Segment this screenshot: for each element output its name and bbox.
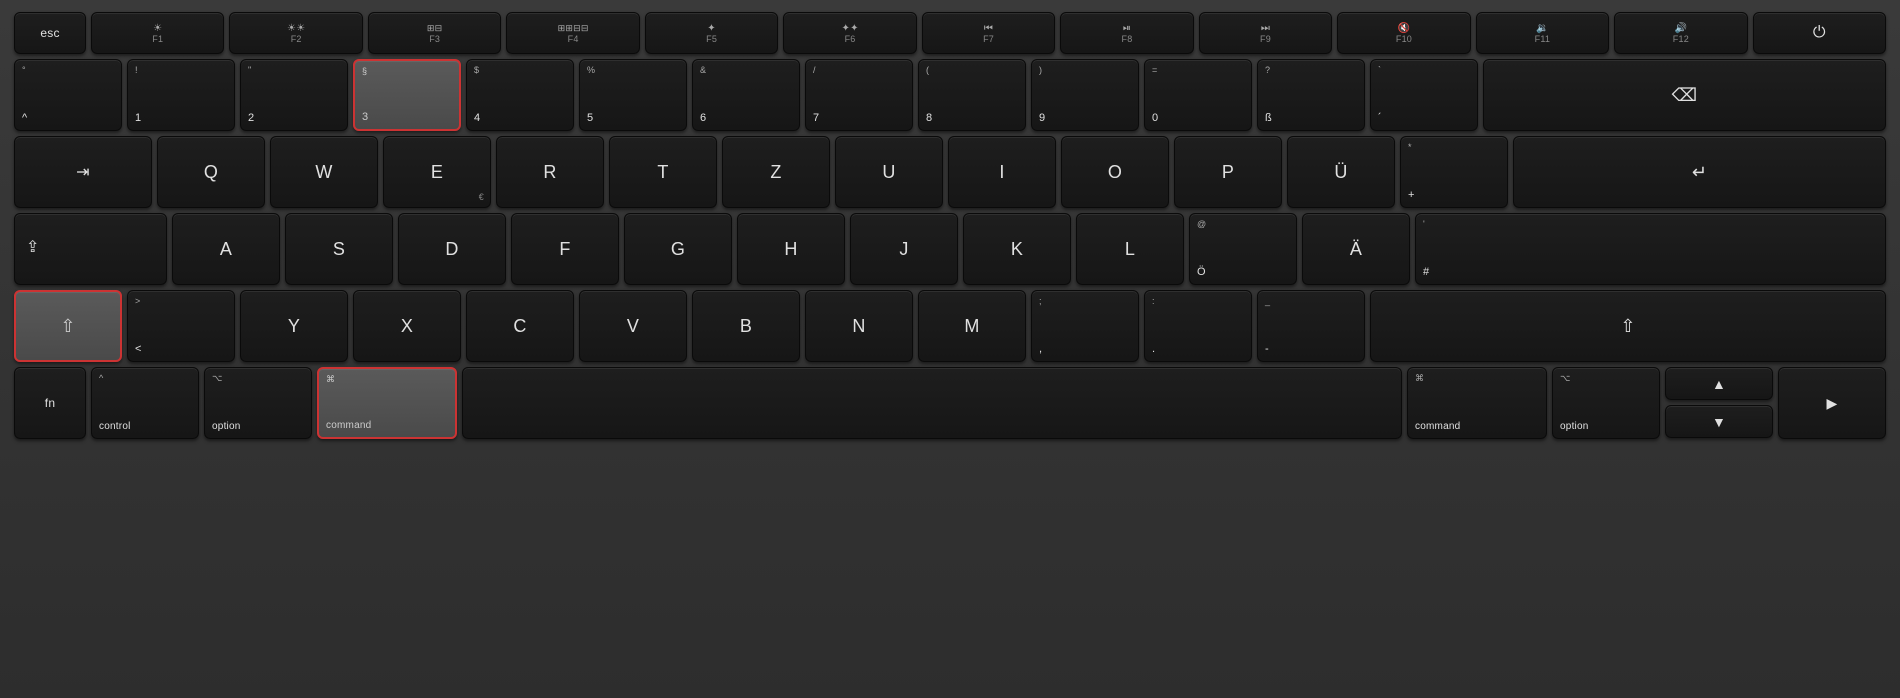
key-space[interactable] xyxy=(462,367,1402,439)
key-backspace[interactable]: ⌫ xyxy=(1483,59,1886,131)
key-i[interactable]: I xyxy=(948,136,1056,208)
key-y[interactable]: Y xyxy=(240,290,348,362)
asdf-row: ⇪ A S D F G H J K L @ Ö xyxy=(14,213,1886,285)
number-row: ° ^ ! 1 " 2 § 3 $ 4 % 5 & 6 / 7 xyxy=(14,59,1886,131)
key-oe[interactable]: @ Ö xyxy=(1189,213,1297,285)
key-sz[interactable]: ? ß xyxy=(1257,59,1365,131)
key-f12[interactable]: 🔊 F12 xyxy=(1614,12,1747,54)
key-k[interactable]: K xyxy=(963,213,1071,285)
key-ue[interactable]: Ü xyxy=(1287,136,1395,208)
key-command-left[interactable]: ⌘ command xyxy=(317,367,457,439)
key-w[interactable]: W xyxy=(270,136,378,208)
key-8[interactable]: ( 8 xyxy=(918,59,1026,131)
key-shift-right[interactable]: ⇧ xyxy=(1370,290,1886,362)
key-l[interactable]: L xyxy=(1076,213,1184,285)
bottom-row: fn ^ control ⌥ option ⌘ command ⌘ comman… xyxy=(14,367,1886,439)
key-arrow-right[interactable]: ▶ xyxy=(1778,367,1886,439)
key-h[interactable]: H xyxy=(737,213,845,285)
key-t[interactable]: T xyxy=(609,136,717,208)
key-fn[interactable]: fn xyxy=(14,367,86,439)
key-2[interactable]: " 2 xyxy=(240,59,348,131)
key-command-right[interactable]: ⌘ command xyxy=(1407,367,1547,439)
key-plus[interactable]: * + xyxy=(1400,136,1508,208)
key-caps[interactable]: ⇪ xyxy=(14,213,167,285)
key-5[interactable]: % 5 xyxy=(579,59,687,131)
key-esc[interactable]: esc xyxy=(14,12,86,54)
key-0[interactable]: = 0 xyxy=(1144,59,1252,131)
key-q[interactable]: Q xyxy=(157,136,265,208)
key-7[interactable]: / 7 xyxy=(805,59,913,131)
key-power[interactable]: ⏻ xyxy=(1753,12,1886,54)
key-shift-left[interactable]: ⇧ xyxy=(14,290,122,362)
key-1[interactable]: ! 1 xyxy=(127,59,235,131)
key-f7[interactable]: ⏮ F7 xyxy=(922,12,1055,54)
key-acute[interactable]: ` ´ xyxy=(1370,59,1478,131)
key-o[interactable]: O xyxy=(1061,136,1169,208)
key-f4[interactable]: ⊞⊞⊟⊟ F4 xyxy=(506,12,639,54)
key-hash[interactable]: ' # xyxy=(1415,213,1886,285)
key-f9[interactable]: ⏭ F9 xyxy=(1199,12,1332,54)
arrow-key-group: ▲ ▼ xyxy=(1665,367,1773,439)
key-4[interactable]: $ 4 xyxy=(466,59,574,131)
key-b[interactable]: B xyxy=(692,290,800,362)
key-f[interactable]: F xyxy=(511,213,619,285)
key-f11[interactable]: 🔉 F11 xyxy=(1476,12,1609,54)
key-n[interactable]: N xyxy=(805,290,913,362)
key-d[interactable]: D xyxy=(398,213,506,285)
key-p[interactable]: P xyxy=(1174,136,1282,208)
key-s[interactable]: S xyxy=(285,213,393,285)
key-9[interactable]: ) 9 xyxy=(1031,59,1139,131)
key-a[interactable]: A xyxy=(172,213,280,285)
key-grave[interactable]: ° ^ xyxy=(14,59,122,131)
fn-row: esc ☀ F1 ☀☀ F2 ⊞⊟ F3 ⊞⊞⊟⊟ F xyxy=(14,12,1886,54)
key-z[interactable]: Z xyxy=(722,136,830,208)
key-u[interactable]: U xyxy=(835,136,943,208)
key-v[interactable]: V xyxy=(579,290,687,362)
key-6[interactable]: & 6 xyxy=(692,59,800,131)
key-angle-bracket[interactable]: > < xyxy=(127,290,235,362)
key-f3[interactable]: ⊞⊟ F3 xyxy=(368,12,501,54)
key-m[interactable]: M xyxy=(918,290,1026,362)
key-c[interactable]: C xyxy=(466,290,574,362)
key-control[interactable]: ^ control xyxy=(91,367,199,439)
key-3[interactable]: § 3 xyxy=(353,59,461,131)
key-f2[interactable]: ☀☀ F2 xyxy=(229,12,362,54)
key-option-left[interactable]: ⌥ option xyxy=(204,367,312,439)
key-j[interactable]: J xyxy=(850,213,958,285)
key-f10[interactable]: 🔇 F10 xyxy=(1337,12,1470,54)
key-f1[interactable]: ☀ F1 xyxy=(91,12,224,54)
key-g[interactable]: G xyxy=(624,213,732,285)
keyboard: esc ☀ F1 ☀☀ F2 ⊞⊟ F3 ⊞⊞⊟⊟ F xyxy=(0,0,1900,698)
key-return[interactable]: ↵ xyxy=(1513,136,1886,208)
zxcv-row: ⇧ > < Y X C V B N M ; , xyxy=(14,290,1886,362)
key-dash[interactable]: _ - xyxy=(1257,290,1365,362)
key-arrow-down[interactable]: ▼ xyxy=(1665,405,1773,438)
key-f8[interactable]: ⏯ F8 xyxy=(1060,12,1193,54)
qwerty-row: ⇥ Q W E € R T Z U I O P xyxy=(14,136,1886,208)
key-period[interactable]: : . xyxy=(1144,290,1252,362)
key-comma[interactable]: ; , xyxy=(1031,290,1139,362)
key-x[interactable]: X xyxy=(353,290,461,362)
key-f6[interactable]: ✦✦ F6 xyxy=(783,12,916,54)
key-tab[interactable]: ⇥ xyxy=(14,136,152,208)
key-e[interactable]: E € xyxy=(383,136,491,208)
key-r[interactable]: R xyxy=(496,136,604,208)
key-ae[interactable]: Ä xyxy=(1302,213,1410,285)
key-arrow-up[interactable]: ▲ xyxy=(1665,367,1773,400)
key-f5[interactable]: ✦ F5 xyxy=(645,12,778,54)
key-option-right[interactable]: ⌥ option xyxy=(1552,367,1660,439)
